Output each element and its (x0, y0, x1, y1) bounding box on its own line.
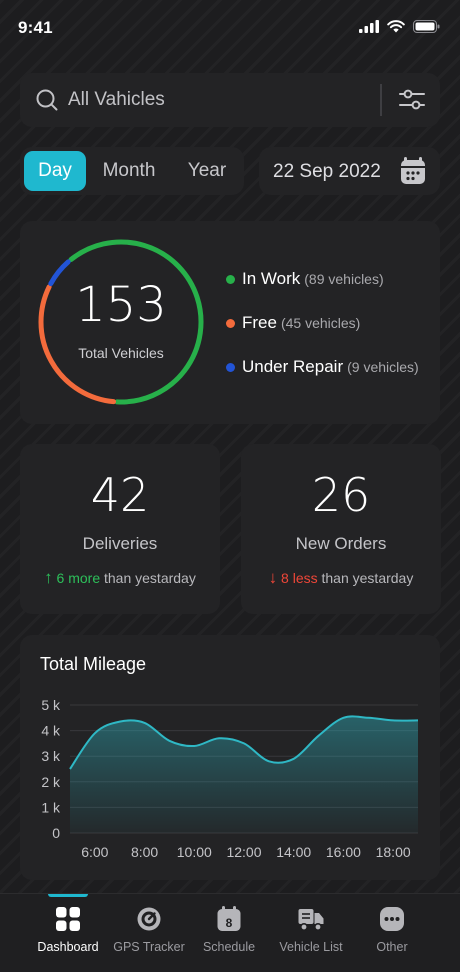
new-orders-card[interactable]: 26 New Orders ↓ 8 less than yestarday (241, 444, 441, 614)
bottom-navigation: Dashboard GPS Tracker 8 Schedule Vehicle (0, 893, 460, 972)
new-orders-change-suffix: than yestarday (321, 570, 414, 586)
vehicle-list-icon (298, 909, 324, 931)
nav-label-other: Other (376, 940, 408, 954)
deliveries-label: Deliveries (82, 534, 158, 553)
status-icons (359, 20, 440, 33)
legend-free: Free (45 vehicles) (226, 313, 360, 333)
search-input[interactable]: All Vahicles (68, 89, 165, 111)
tab-month[interactable]: Month (92, 151, 166, 191)
legend-dot-free (226, 318, 235, 328)
deliveries-value: 42 (90, 468, 150, 522)
calendar-icon (401, 157, 425, 184)
nav-label-gps-tracker: GPS Tracker (113, 940, 185, 954)
deliveries-card[interactable]: 42 Deliveries ↑ 6 more than yestarday (20, 444, 220, 614)
legend-count: (89 vehicles) (304, 271, 384, 287)
y-tick-label: 4 k (41, 723, 61, 739)
x-tick-label: 10:00 (177, 844, 212, 860)
filter-sliders-icon (399, 89, 425, 110)
x-tick-label: 6:00 (81, 844, 108, 860)
x-tick-label: 12:00 (226, 844, 261, 860)
total-vehicles-value: 153 (75, 277, 167, 333)
filter-button[interactable] (392, 82, 432, 118)
y-tick-label: 3 k (41, 748, 61, 764)
x-tick-label: 14:00 (276, 844, 311, 860)
status-time: 9:41 (18, 18, 53, 37)
tab-day[interactable]: Day (24, 151, 86, 191)
search-icon (36, 89, 58, 111)
nav-label-dashboard: Dashboard (37, 940, 99, 954)
legend-label: Under Repair (242, 357, 344, 376)
y-tick-label: 5 k (41, 697, 61, 713)
battery-icon (413, 20, 440, 33)
schedule-icon-badge: 8 (226, 916, 233, 930)
deliveries-change-suffix: than yestarday (104, 570, 196, 586)
legend-in-work: In Work (89 vehicles) (226, 269, 384, 289)
nav-dashboard[interactable]: Dashboard (22, 894, 114, 972)
legend-label: In Work (242, 269, 301, 288)
new-orders-value: 26 (311, 468, 371, 522)
new-orders-trend: ↓ 8 less than yestarday (241, 568, 441, 588)
other-icon (380, 907, 404, 931)
period-tabs: Day Month Year (20, 147, 244, 195)
wifi-icon (387, 20, 405, 33)
arrow-down-icon: ↓ (268, 568, 278, 587)
x-tick-label: 18:00 (376, 844, 411, 860)
signal-icon (359, 20, 379, 33)
gps-tracker-icon (137, 907, 161, 931)
new-orders-label: New Orders (295, 534, 387, 553)
new-orders-change: 8 less (281, 570, 318, 586)
mileage-area-fill (70, 716, 418, 833)
mileage-area-chart: 0 1 k 2 k 3 k 4 k 5 k 6:00 8:00 10:00 12:00 14:00 1… (41, 697, 419, 860)
date-value: 22 Sep 2022 (273, 161, 381, 182)
nav-schedule[interactable]: 8 Schedule (183, 894, 275, 972)
legend-count: (45 vehicles) (280, 315, 361, 331)
date-picker[interactable]: 22 Sep 2022 (259, 147, 440, 195)
dashboard-icon (56, 907, 80, 931)
legend-dot-in-work (226, 274, 235, 284)
vehicles-card: 153 Total Vehicles In Work (89 vehicles)… (20, 221, 440, 424)
total-mileage-card: Total Mileage 01 k2 k3 k4 k5 k 6:00 8:00 10… (20, 635, 440, 880)
arrow-up-icon: ↑ (44, 568, 53, 587)
nav-gps-tracker[interactable]: GPS Tracker (103, 894, 195, 972)
x-tick-label: 16:00 (326, 844, 361, 860)
search-divider (380, 84, 382, 116)
deliveries-change: 6 more (56, 570, 101, 586)
nav-vehicle-list[interactable]: Vehicle List (265, 894, 357, 972)
search-bar[interactable]: All Vahicles (20, 73, 440, 127)
y-tick-label: 0 (52, 825, 60, 841)
deliveries-trend: ↑ 6 more than yestarday (20, 568, 220, 588)
x-tick-label: 8:00 (131, 844, 158, 860)
tab-year[interactable]: Year (172, 151, 242, 191)
legend-label: Free (242, 313, 277, 332)
legend-under-repair: Under Repair (9 vehicles) (226, 357, 419, 377)
y-tick-label: 2 k (41, 774, 61, 790)
nav-label-vehicle-list: Vehicle List (279, 940, 343, 954)
legend-count: (9 vehicles) (347, 359, 419, 375)
status-bar: 9:41 (0, 0, 460, 56)
legend-dot-under-repair (226, 362, 235, 372)
y-tick-label: 1 k (41, 799, 61, 815)
nav-other[interactable]: Other (346, 894, 438, 972)
schedule-icon: 8 (217, 906, 241, 931)
nav-label-schedule: Schedule (202, 940, 256, 954)
total-vehicles-label: Total Vehicles (78, 345, 164, 361)
